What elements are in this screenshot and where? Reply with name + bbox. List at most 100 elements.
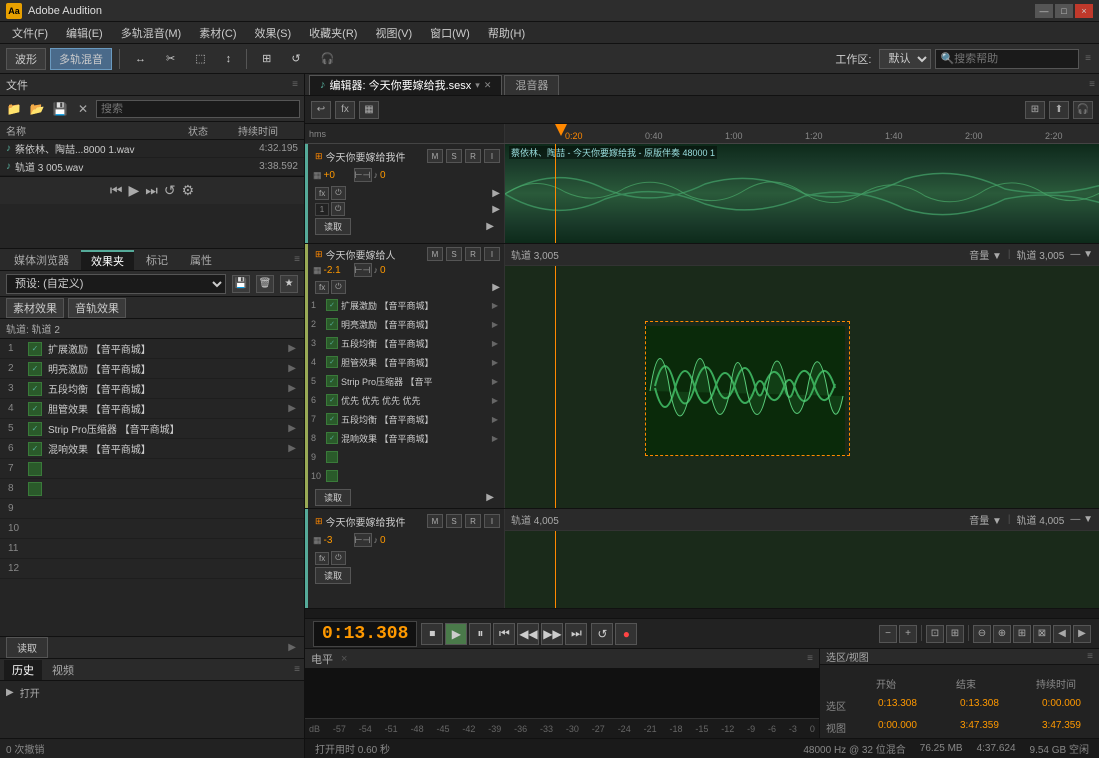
- razor-tool-button[interactable]: ✂: [158, 48, 183, 70]
- track2-input-btn[interactable]: I: [484, 247, 500, 261]
- rewind-button[interactable]: ◀◀: [517, 623, 539, 645]
- t2e-toggle-5[interactable]: ✓: [326, 375, 338, 387]
- open-file-button[interactable]: 📂: [27, 100, 47, 118]
- t2-effect-4[interactable]: 4 ✓ 胆管效果 【音平商城】 ▶: [309, 353, 500, 371]
- files-loop-button[interactable]: ↺: [164, 182, 176, 199]
- meter-button[interactable]: ▦: [359, 101, 379, 119]
- effects-panel-options[interactable]: ≡: [294, 254, 300, 265]
- t2-effect-5[interactable]: 5 ✓ Strip Pro压缩器 【音平 ▶: [309, 372, 500, 390]
- effect-item-11[interactable]: 11: [0, 539, 304, 559]
- material-effects-button[interactable]: 素材效果: [6, 298, 64, 318]
- fx-button[interactable]: fx: [335, 101, 355, 119]
- track3-fx-toggle[interactable]: fx: [315, 552, 329, 565]
- record-btn[interactable]: ●: [615, 623, 637, 645]
- snap-button[interactable]: ⊞: [254, 48, 279, 70]
- menu-clip[interactable]: 素材(C): [191, 23, 244, 43]
- track2-arrow-right[interactable]: ▶: [486, 492, 494, 503]
- track1-mute-btn[interactable]: M: [427, 149, 443, 163]
- track2-read-btn[interactable]: 读取: [315, 489, 351, 506]
- effects-read-button[interactable]: 读取: [6, 637, 48, 658]
- tab-properties[interactable]: 属性: [180, 250, 222, 270]
- track1-arrow-right[interactable]: ▶: [486, 221, 494, 232]
- track3-pan-btn[interactable]: ⊢⊣: [354, 533, 372, 547]
- headphone-monitor[interactable]: 🎧: [1073, 101, 1093, 119]
- meter-panel-options[interactable]: ≡: [807, 653, 813, 664]
- skip-end-button[interactable]: ⏭: [565, 623, 587, 645]
- track3-mute-btn[interactable]: M: [427, 514, 443, 528]
- menu-window[interactable]: 窗口(W): [422, 23, 478, 43]
- t2e-toggle-1[interactable]: ✓: [326, 299, 338, 311]
- zoom-in-horiz[interactable]: ⊕: [993, 625, 1011, 643]
- track1-fx-toggle[interactable]: fx: [315, 187, 329, 200]
- effect-item-9[interactable]: 9: [0, 499, 304, 519]
- headphone-button[interactable]: 🎧: [313, 48, 343, 70]
- t2-effect-6[interactable]: 6 ✓ 优先 优先 优先 优先 ▶: [309, 391, 500, 409]
- effect-toggle-5[interactable]: ✓: [28, 422, 42, 436]
- session-tab-close-btn[interactable]: ✕: [484, 80, 492, 91]
- effects-expand-button[interactable]: ▶: [286, 642, 298, 653]
- waveform-area-3[interactable]: [505, 531, 1099, 608]
- zoom-to-selection[interactable]: ⊡: [926, 625, 944, 643]
- editor-panel-options[interactable]: ≡: [1089, 79, 1095, 90]
- track2-solo-btn[interactable]: S: [446, 247, 462, 261]
- t2-effect-3[interactable]: 3 ✓ 五段均衡 【音平商城】 ▶: [309, 334, 500, 352]
- t2-effect-10[interactable]: 10: [309, 467, 500, 485]
- t2-effect-1[interactable]: 1 ✓ 扩展激励 【音平商城】 ▶: [309, 296, 500, 314]
- t2e-toggle-2[interactable]: ✓: [326, 318, 338, 330]
- track3-solo-btn[interactable]: S: [446, 514, 462, 528]
- t2e-toggle-9[interactable]: [326, 451, 338, 463]
- track2-mute-btn[interactable]: M: [427, 247, 443, 261]
- menu-view[interactable]: 视图(V): [367, 23, 420, 43]
- track2-power-btn[interactable]: ⏻: [331, 280, 345, 294]
- effect-item-6[interactable]: 6 ✓ 混响效果 【音平商城】 ▶: [0, 439, 304, 459]
- file-item-2[interactable]: ♪ 轨道 3 005.wav 3:38.592: [0, 158, 304, 176]
- menu-favorites[interactable]: 收藏夹(R): [301, 23, 365, 43]
- fast-forward-button[interactable]: ▶▶: [541, 623, 563, 645]
- track2-expand-btn[interactable]: ▶: [492, 282, 500, 293]
- files-forward-button[interactable]: ⏭: [145, 182, 158, 199]
- close-file-button[interactable]: ✕: [73, 100, 93, 118]
- tab-history[interactable]: 历史: [4, 660, 42, 680]
- track2-fx-toggle[interactable]: fx: [315, 281, 329, 294]
- track1-read-btn[interactable]: 读取: [315, 218, 351, 235]
- multitrack-mode-button[interactable]: 多轨混音: [50, 48, 112, 70]
- track3-input-btn[interactable]: I: [484, 514, 500, 528]
- mixdown-button[interactable]: ⊞: [1025, 101, 1045, 119]
- close-button[interactable]: ×: [1075, 4, 1093, 18]
- track-content-2[interactable]: 轨道 3,005 音量 ▼ | 轨道 3,005 — ▼: [505, 244, 1099, 508]
- effects-preset-select[interactable]: 预设: (自定义): [6, 274, 226, 294]
- maximize-button[interactable]: □: [1055, 4, 1073, 18]
- info-panel-options[interactable]: ≡: [1087, 651, 1093, 662]
- effects-star-preset[interactable]: ★: [280, 275, 298, 293]
- play-button[interactable]: ▶: [445, 623, 467, 645]
- effect-toggle-1[interactable]: ✓: [28, 342, 42, 356]
- zoom-in-vert[interactable]: +: [899, 625, 917, 643]
- effect-toggle-7[interactable]: [28, 462, 42, 476]
- zoom-out-horiz[interactable]: ⊖: [973, 625, 991, 643]
- wave-mode-button[interactable]: 波形: [6, 48, 46, 70]
- zoom-out-vert[interactable]: −: [879, 625, 897, 643]
- t2e-toggle-10[interactable]: [326, 470, 338, 482]
- zoom-scroll-left[interactable]: ◀: [1053, 625, 1071, 643]
- loop-button[interactable]: ↺: [283, 48, 308, 70]
- export-button[interactable]: ⬆: [1049, 101, 1069, 119]
- track1-solo-btn[interactable]: S: [446, 149, 462, 163]
- t2-effect-7[interactable]: 7 ✓ 五段均衡 【音平商城】 ▶: [309, 410, 500, 428]
- track1-expand-btn[interactable]: ▶: [492, 188, 500, 199]
- t2-effect-2[interactable]: 2 ✓ 明亮激励 【音平商城】 ▶: [309, 315, 500, 333]
- editor-tab-session[interactable]: ♪ 编辑器: 今天你要嫁给我.sesx ▾ ✕: [309, 75, 502, 95]
- track3-record-btn[interactable]: R: [465, 514, 481, 528]
- track-content-1[interactable]: 蔡依林、陶喆 - 今天你要嫁给我 - 原版伴奏 48000 1: [505, 144, 1099, 243]
- effect-item-12[interactable]: 12: [0, 559, 304, 579]
- editor-tab-mixer[interactable]: 混音器: [504, 75, 559, 95]
- file-item[interactable]: ♪ 蔡依林、陶喆...8000 1.wav 4:32.195: [0, 140, 304, 158]
- fade-tool-button[interactable]: ↕: [218, 48, 240, 70]
- effect-toggle-8[interactable]: [28, 482, 42, 496]
- tab-effects-rack[interactable]: 效果夹: [81, 250, 134, 270]
- waveform-area-2[interactable]: [505, 266, 1099, 508]
- tab-video[interactable]: 视频: [44, 660, 82, 680]
- menu-file[interactable]: 文件(F): [4, 23, 56, 43]
- session-tab-close[interactable]: ▾: [475, 80, 480, 91]
- new-file-button[interactable]: 📁: [4, 100, 24, 118]
- select-tool-button[interactable]: ⬚: [187, 48, 213, 70]
